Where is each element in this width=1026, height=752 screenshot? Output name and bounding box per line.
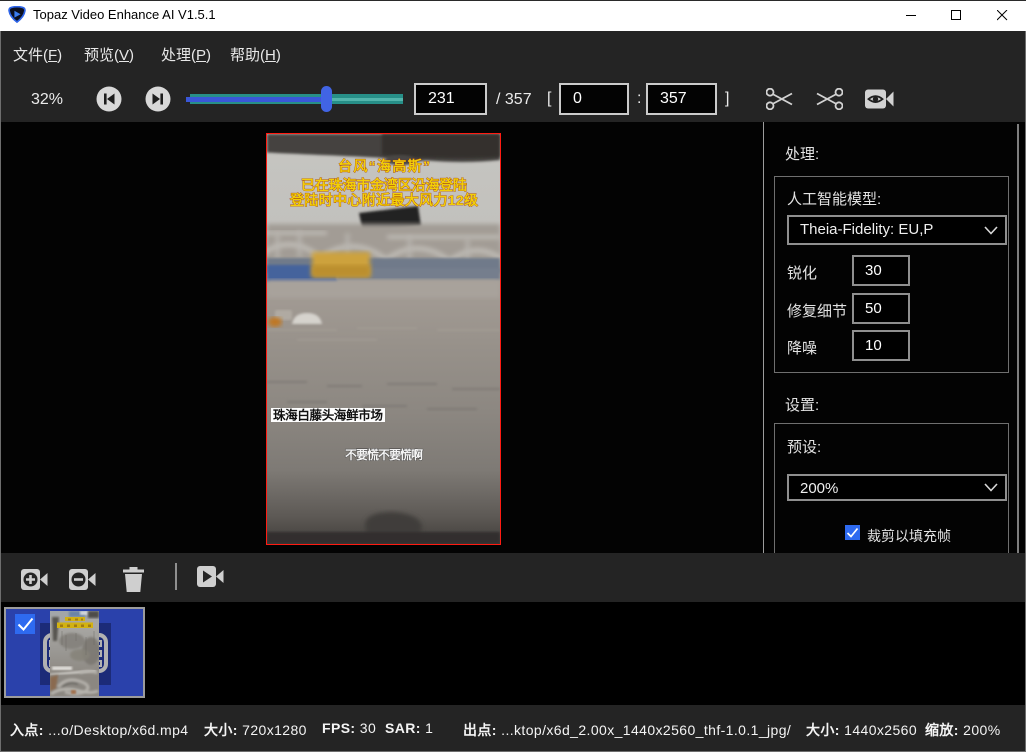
svg-text:已在珠海市金湾区沿海登陆: 已在珠海市金湾区沿海登陆: [301, 177, 467, 193]
svg-text:珠海白藤头海鲜市场: 珠海白藤头海鲜市场: [273, 408, 383, 423]
svg-text:台风“海高斯”: 台风“海高斯”: [338, 158, 430, 174]
svg-text:登陆时中心附近最大风力12级: 登陆时中心附近最大风力12级: [289, 192, 479, 208]
svg-text:不要慌不要慌啊: 不要慌不要慌啊: [345, 447, 423, 462]
